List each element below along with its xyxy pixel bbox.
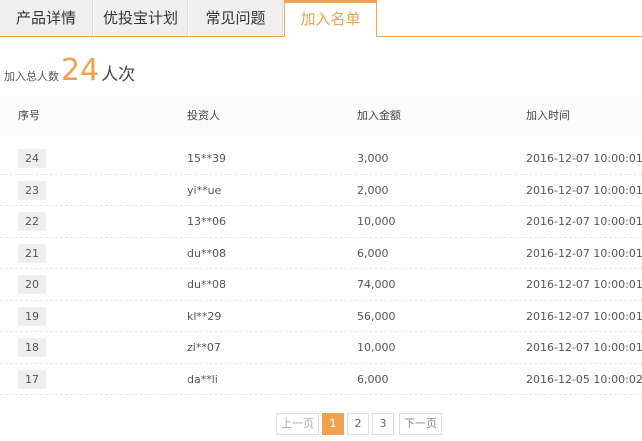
row-number-badge: 20 (18, 275, 46, 294)
row-number-badge: 17 (18, 369, 46, 389)
next-page-button[interactable]: 下一页 (399, 413, 442, 435)
row-investor: da**li (187, 372, 218, 386)
header-amount: 加入金额 (357, 109, 401, 122)
table-body: 24 15**39 3,000 2016-12-07 10:00:01 23 y… (0, 143, 642, 395)
tab-faq[interactable]: 常见问题 (189, 0, 283, 37)
row-time: 2016-12-07 10:00:01 (526, 183, 642, 197)
row-investor: du**08 (187, 278, 226, 291)
row-investor: 15**39 (187, 152, 226, 165)
row-number-badge: 21 (18, 243, 46, 263)
tab-bar: 产品详情 优投宝计划 常见问题 加入名单 (0, 0, 642, 37)
row-time: 2016-12-07 10:00:01 (526, 246, 642, 260)
row-amount: 56,000 (357, 309, 396, 323)
row-investor: zi**07 (187, 341, 221, 354)
row-amount: 2,000 (357, 183, 389, 197)
table-row: 17 da**li 6,000 2016-12-05 10:00:02 (0, 364, 642, 395)
table-row: 24 15**39 3,000 2016-12-07 10:00:01 (0, 143, 642, 175)
row-number-badge: 22 (18, 212, 46, 231)
table-row: 19 kl**29 56,000 2016-12-07 10:00:01 (0, 301, 642, 332)
row-amount: 10,000 (357, 215, 396, 228)
row-time: 2016-12-07 10:00:01 (526, 152, 642, 165)
table-row: 20 du**08 74,000 2016-12-07 10:00:01 (0, 269, 642, 301)
row-amount: 6,000 (357, 246, 389, 260)
row-time: 2016-12-07 10:00:01 (526, 278, 642, 291)
row-investor: kl**29 (187, 309, 222, 323)
page-2-button[interactable]: 2 (347, 413, 369, 435)
row-time: 2016-12-07 10:00:01 (526, 215, 642, 228)
total-count: 24 (61, 53, 100, 88)
row-amount: 3,000 (357, 152, 389, 165)
tab-plan[interactable]: 优投宝计划 (94, 0, 188, 37)
row-number-badge: 18 (18, 338, 46, 357)
row-time: 2016-12-05 10:00:02 (526, 372, 642, 386)
tab-product-details[interactable]: 产品详情 (0, 0, 93, 37)
total-label: 加入总人数 (4, 70, 59, 83)
row-time: 2016-12-07 10:00:01 (526, 341, 642, 354)
row-time: 2016-12-07 10:00:01 (526, 309, 642, 323)
tab-join-list[interactable]: 加入名单 (284, 0, 377, 37)
table-row: 23 yi**ue 2,000 2016-12-07 10:00:01 (0, 175, 642, 206)
row-investor: yi**ue (187, 183, 222, 197)
table-header: 序号 投资人 加入金额 加入时间 (0, 96, 642, 136)
total-summary: 加入总人数 24 人次 (4, 56, 135, 92)
row-amount: 74,000 (357, 278, 396, 291)
row-investor: 13**06 (187, 215, 226, 228)
header-investor: 投资人 (187, 109, 220, 122)
page-3-button[interactable]: 3 (372, 413, 394, 435)
row-number-badge: 24 (18, 149, 46, 168)
table-row: 22 13**06 10,000 2016-12-07 10:00:01 (0, 206, 642, 238)
table-row: 21 du**08 6,000 2016-12-07 10:00:01 (0, 238, 642, 269)
header-number: 序号 (18, 109, 40, 122)
total-unit: 人次 (101, 65, 136, 85)
pagination: 上一页 1 2 3 下一页 (276, 413, 442, 435)
header-time: 加入时间 (526, 109, 570, 122)
row-number-badge: 19 (18, 306, 46, 326)
table-row: 18 zi**07 10,000 2016-12-07 10:00:01 (0, 332, 642, 364)
page-1-button[interactable]: 1 (322, 413, 344, 435)
prev-page-button[interactable]: 上一页 (276, 413, 319, 435)
row-number-badge: 23 (18, 180, 46, 200)
row-amount: 6,000 (357, 372, 389, 386)
row-investor: du**08 (187, 246, 226, 260)
row-amount: 10,000 (357, 341, 396, 354)
